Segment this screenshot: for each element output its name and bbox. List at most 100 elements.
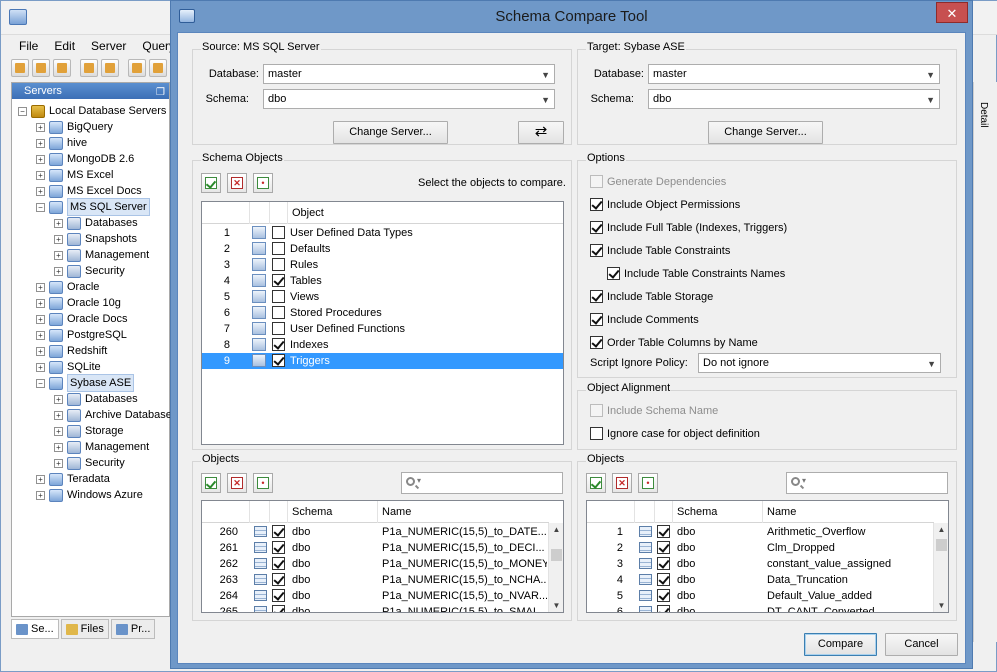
expand-icon[interactable]: + bbox=[54, 234, 63, 244]
expand-icon[interactable]: + bbox=[54, 250, 63, 260]
left-check-all-button[interactable] bbox=[201, 473, 221, 493]
object-checkbox[interactable] bbox=[272, 525, 285, 538]
tree-item[interactable]: + Snapshots bbox=[54, 231, 137, 247]
expand-icon[interactable]: − bbox=[36, 202, 45, 212]
target-schema-select[interactable]: dbo ▼ bbox=[648, 89, 940, 109]
query-window-icon[interactable] bbox=[128, 59, 146, 77]
object-row[interactable]: 260 dbo P1a_NUMERIC(15,5)_to_DATE... bbox=[202, 524, 548, 540]
right-check-all-button[interactable] bbox=[586, 473, 606, 493]
expand-icon[interactable]: + bbox=[36, 346, 45, 356]
tree-item[interactable]: − Local Database Servers bbox=[18, 103, 166, 119]
expand-icon[interactable]: + bbox=[36, 330, 45, 340]
tree-item[interactable]: + Management bbox=[54, 247, 149, 263]
object-checkbox[interactable] bbox=[272, 605, 285, 612]
left-scrollbar[interactable]: ▲ ▼ bbox=[548, 523, 563, 612]
expand-icon[interactable]: + bbox=[54, 266, 63, 276]
expand-icon[interactable]: + bbox=[36, 138, 45, 148]
check-selected-button[interactable]: • bbox=[253, 173, 273, 193]
tree-item[interactable]: + Security bbox=[54, 263, 125, 279]
schema-object-row[interactable]: 6 Stored Procedures bbox=[202, 305, 563, 321]
tree-item[interactable]: + SQLite bbox=[36, 359, 101, 375]
tree-item[interactable]: + MongoDB 2.6 bbox=[36, 151, 134, 167]
target-database-select[interactable]: master ▼ bbox=[648, 64, 940, 84]
object-row[interactable]: 3 dbo constant_value_assigned bbox=[587, 556, 933, 572]
schema-object-row[interactable]: 8 Indexes bbox=[202, 337, 563, 353]
ignore-policy-select[interactable]: Do not ignore ▼ bbox=[698, 353, 941, 373]
left-check-selected-button[interactable]: • bbox=[253, 473, 273, 493]
object-checkbox[interactable] bbox=[272, 290, 285, 303]
target-change-server-button[interactable]: Change Server... bbox=[708, 121, 823, 144]
source-schema-select[interactable]: dbo ▼ bbox=[263, 89, 555, 109]
expand-icon[interactable]: + bbox=[54, 458, 63, 468]
right-search-input[interactable]: ▾ bbox=[786, 472, 948, 494]
object-checkbox[interactable] bbox=[657, 573, 670, 586]
expand-icon[interactable]: + bbox=[54, 218, 63, 228]
object-row[interactable]: 4 dbo Data_Truncation bbox=[587, 572, 933, 588]
expand-icon[interactable]: + bbox=[54, 394, 63, 404]
object-checkbox[interactable] bbox=[272, 557, 285, 570]
schema-object-row[interactable]: 1 User Defined Data Types bbox=[202, 225, 563, 241]
tree-item[interactable]: + MS Excel Docs bbox=[36, 183, 142, 199]
menu-file[interactable]: File bbox=[11, 37, 46, 55]
expand-icon[interactable]: + bbox=[36, 362, 45, 372]
tree-item[interactable]: + Management bbox=[54, 439, 149, 455]
tab-projects[interactable]: Pr... bbox=[110, 619, 156, 639]
object-row[interactable]: 2 dbo Clm_Dropped bbox=[587, 540, 933, 556]
tree-item[interactable]: + Redshift bbox=[36, 343, 107, 359]
check-all-button[interactable] bbox=[201, 173, 221, 193]
tree-item[interactable]: + Windows Azure bbox=[36, 487, 143, 503]
schema-object-row[interactable]: 5 Views bbox=[202, 289, 563, 305]
detail-tab[interactable]: Detail bbox=[978, 102, 989, 128]
left-search-input[interactable]: ▾ bbox=[401, 472, 563, 494]
object-row[interactable]: 1 dbo Arithmetic_Overflow bbox=[587, 524, 933, 540]
menu-server[interactable]: Server bbox=[83, 37, 134, 55]
object-row[interactable]: 264 dbo P1a_NUMERIC(15,5)_to_NVAR... bbox=[202, 588, 548, 604]
object-checkbox[interactable] bbox=[272, 306, 285, 319]
object-checkbox[interactable] bbox=[272, 541, 285, 554]
object-row[interactable]: 262 dbo P1a_NUMERIC(15,5)_to_MONEY bbox=[202, 556, 548, 572]
scroll-thumb[interactable] bbox=[936, 539, 947, 551]
object-checkbox[interactable] bbox=[657, 557, 670, 570]
object-checkbox[interactable] bbox=[657, 525, 670, 538]
tree-item[interactable]: + Databases bbox=[54, 391, 138, 407]
expand-icon[interactable]: − bbox=[18, 106, 27, 116]
right-scrollbar[interactable]: ▲ ▼ bbox=[933, 523, 948, 612]
expand-icon[interactable]: + bbox=[54, 426, 63, 436]
object-checkbox[interactable] bbox=[272, 354, 285, 367]
tree-item[interactable]: + Teradata bbox=[36, 471, 110, 487]
tree-item[interactable]: − MS SQL Server bbox=[36, 198, 150, 216]
tree-item[interactable]: + Storage bbox=[54, 423, 124, 439]
restore-icon[interactable]: ❐ bbox=[156, 85, 165, 101]
tree-item[interactable]: + Archive Databases bbox=[54, 407, 177, 423]
schema-object-row[interactable]: 2 Defaults bbox=[202, 241, 563, 257]
tree-item[interactable]: + Oracle Docs bbox=[36, 311, 128, 327]
object-checkbox[interactable] bbox=[272, 274, 285, 287]
left-uncheck-all-button[interactable]: ✕ bbox=[227, 473, 247, 493]
new-server-icon[interactable] bbox=[11, 59, 29, 77]
expand-icon[interactable]: + bbox=[36, 314, 45, 324]
source-change-server-button[interactable]: Change Server... bbox=[333, 121, 448, 144]
object-checkbox[interactable] bbox=[272, 573, 285, 586]
expand-icon[interactable]: + bbox=[36, 170, 45, 180]
register-server-icon[interactable] bbox=[53, 59, 71, 77]
expand-icon[interactable]: + bbox=[36, 282, 45, 292]
tree-item[interactable]: + MS Excel bbox=[36, 167, 113, 183]
expand-icon[interactable]: + bbox=[36, 186, 45, 196]
disconnect-icon[interactable] bbox=[101, 59, 119, 77]
object-row[interactable]: 265 dbo P1a_NUMERIC(15,5)_to_SMAL... bbox=[202, 604, 548, 612]
object-checkbox[interactable] bbox=[272, 226, 285, 239]
uncheck-all-button[interactable]: ✕ bbox=[227, 173, 247, 193]
object-checkbox[interactable] bbox=[657, 605, 670, 612]
tree-item[interactable]: + Databases bbox=[54, 215, 138, 231]
expand-icon[interactable]: + bbox=[54, 410, 63, 420]
expand-icon[interactable]: + bbox=[36, 490, 45, 500]
right-uncheck-all-button[interactable]: ✕ bbox=[612, 473, 632, 493]
expand-icon[interactable]: + bbox=[36, 154, 45, 164]
object-checkbox[interactable] bbox=[272, 338, 285, 351]
compare-button[interactable]: Compare bbox=[804, 633, 877, 656]
edit-server-icon[interactable] bbox=[32, 59, 50, 77]
tab-files[interactable]: Files bbox=[60, 619, 109, 639]
expand-icon[interactable]: − bbox=[36, 378, 45, 388]
scroll-down-icon[interactable]: ▼ bbox=[934, 599, 948, 612]
schema-object-row[interactable]: 7 User Defined Functions bbox=[202, 321, 563, 337]
